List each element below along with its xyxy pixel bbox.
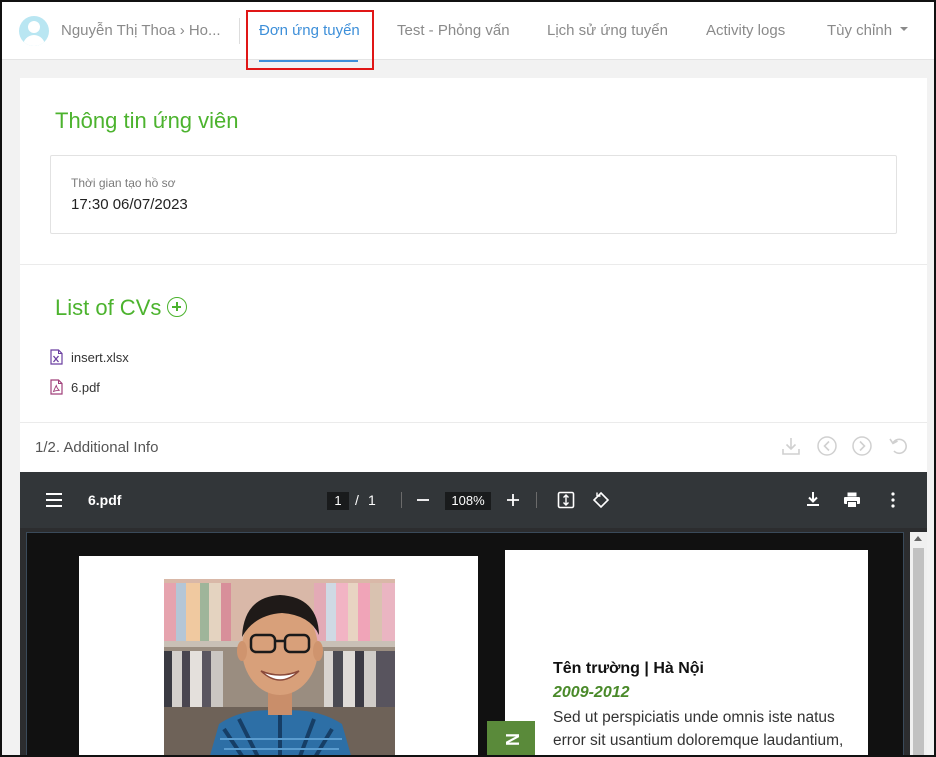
- main-card: Thông tin ứng viên Thời gian tạo hồ sơ 1…: [20, 78, 927, 757]
- tab-tuy-chinh[interactable]: Tùy chỉnh: [827, 22, 909, 39]
- previous-icon[interactable]: [816, 435, 838, 457]
- cv-side-tab-letter: N: [501, 733, 522, 746]
- cv-years: 2009-2012: [553, 684, 630, 701]
- candidate-photo: [164, 579, 395, 757]
- section-divider: [20, 264, 927, 265]
- next-icon[interactable]: [851, 435, 873, 457]
- caret-down-icon: [900, 27, 909, 32]
- pdf-document-area[interactable]: Tên trường | Hà Nội 2009-2012 Sed ut per…: [26, 532, 904, 757]
- zoom-out-icon[interactable]: [414, 491, 432, 509]
- excel-file-icon: [50, 349, 63, 365]
- tab-tuy-chinh-label: Tùy chỉnh: [827, 22, 893, 39]
- rotate-icon[interactable]: [592, 491, 610, 509]
- viewer-toolbar: 6.pdf 1 / 1 108%: [20, 472, 927, 528]
- breadcrumb[interactable]: Nguyễn Thị Thoa › Ho...: [61, 22, 221, 39]
- page-separator: /: [355, 492, 359, 508]
- toolbar-divider-2: [536, 492, 537, 508]
- tab-test-phong-van[interactable]: Test - Phỏng vấn: [397, 22, 510, 39]
- profile-info-box: Thời gian tạo hồ sơ 17:30 06/07/2023: [50, 155, 897, 234]
- cv-side-tab: N: [487, 721, 535, 757]
- undo-icon[interactable]: [888, 435, 910, 457]
- highlight-box: [246, 10, 374, 70]
- toolbar-divider: [401, 492, 402, 508]
- cv-page-left: [79, 556, 478, 757]
- avatar-head: [28, 21, 40, 33]
- pdf-file-icon: [50, 379, 63, 395]
- download-icon[interactable]: [780, 435, 802, 457]
- cv-description: Sed ut perspiciatis unde omnis iste natu…: [553, 709, 844, 749]
- viewer-download-icon[interactable]: [804, 490, 822, 508]
- file-name-xlsx: insert.xlsx: [71, 349, 129, 365]
- add-cv-icon[interactable]: [167, 297, 188, 318]
- pdf-viewer: 6.pdf 1 / 1 108% Tên trường | Hà Nội 200…: [20, 472, 927, 757]
- more-options-icon[interactable]: [884, 491, 902, 509]
- page-number-input[interactable]: 1: [327, 492, 349, 510]
- cv-list-title: List of CVs: [55, 295, 188, 321]
- candidate-info-title: Thông tin ứng viên: [55, 108, 239, 133]
- cv-list-title-text: List of CVs: [55, 295, 162, 320]
- top-nav: Nguyễn Thị Thoa › Ho... Đơn ứng tuyển Te…: [2, 2, 934, 62]
- scroll-up-arrow-icon[interactable]: [914, 536, 922, 541]
- page-total: 1: [368, 492, 376, 508]
- avatar-body: [23, 35, 45, 46]
- zoom-level[interactable]: 108%: [445, 492, 491, 510]
- print-icon[interactable]: [843, 491, 861, 509]
- scrollbar-thumb[interactable]: [913, 548, 924, 757]
- avatar[interactable]: [19, 16, 49, 46]
- zoom-in-icon[interactable]: [504, 491, 522, 509]
- created-time-label: Thời gian tạo hồ sơ: [71, 176, 176, 190]
- tab-lich-su-ung-tuyen[interactable]: Lịch sử ứng tuyển: [547, 22, 668, 39]
- candidate-photo-image: [164, 579, 395, 757]
- file-name-pdf: 6.pdf: [71, 379, 100, 395]
- viewer-filename: 6.pdf: [88, 492, 122, 508]
- viewer-scrollbar[interactable]: [910, 532, 927, 757]
- cv-school: Tên trường | Hà Nội: [553, 660, 704, 677]
- additional-info-label: 1/2. Additional Info: [35, 439, 159, 456]
- created-time-value: 17:30 06/07/2023: [71, 196, 188, 213]
- fit-page-icon[interactable]: [557, 491, 575, 509]
- menu-icon[interactable]: [45, 491, 63, 509]
- tab-activity-logs[interactable]: Activity logs: [706, 22, 785, 39]
- cv-page-right: Tên trường | Hà Nội 2009-2012 Sed ut per…: [505, 550, 868, 757]
- nav-divider: [239, 18, 240, 44]
- section-divider-2: [20, 422, 927, 423]
- file-item-xlsx[interactable]: insert.xlsx: [50, 347, 129, 367]
- file-item-pdf[interactable]: 6.pdf: [50, 377, 100, 397]
